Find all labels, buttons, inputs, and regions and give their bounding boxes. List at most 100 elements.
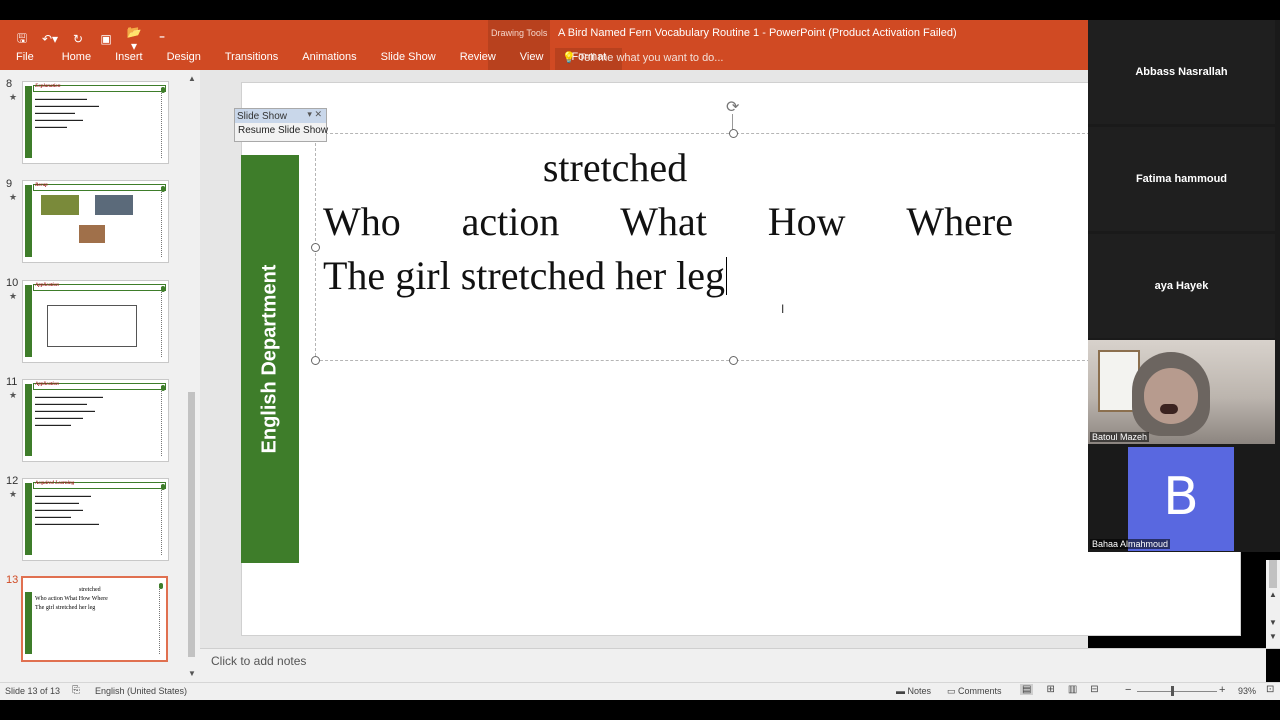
example-sentence[interactable]: The girl stretched her leg (323, 252, 728, 299)
zoom-in-icon[interactable]: + (1219, 684, 1225, 696)
slide-thumbnail-9[interactable]: Recap (22, 180, 169, 263)
thumb-title: Application (35, 283, 59, 288)
resume-slide-show-button[interactable]: Resume Slide Show (235, 123, 328, 138)
tab-insert[interactable]: Insert (103, 48, 155, 70)
thumb-body-lines: ▬▬▬▬▬▬▬▬▬▬▬▬▬▬▬▬▬▬▬▬▬▬▬▬▬▬▬▬▬▬▬▬▬▬▬▬▬▬▬▬… (35, 96, 99, 129)
tab-animations[interactable]: Animations (290, 48, 368, 70)
thumb-number: 12 (6, 475, 19, 487)
comments-button[interactable]: ▭ Comments (947, 686, 1002, 697)
thumb-number: 11 (6, 376, 18, 388)
thumbnails-scrollbar[interactable]: ▲ ▼ (187, 74, 197, 678)
participant-mouth (1160, 404, 1178, 414)
participant-name: aya Hayek (1154, 280, 1209, 292)
thumb-title: Application (35, 382, 59, 387)
zoom-out-icon[interactable]: − (1125, 684, 1131, 696)
thumb-badge-icon (161, 186, 165, 192)
thumb-number: 13 (6, 574, 19, 586)
slideshow-view-icon[interactable]: ⊟ (1090, 684, 1098, 695)
fit-to-window-icon[interactable]: ⊡ (1266, 684, 1274, 695)
thumb-green-bar (25, 384, 32, 456)
language-indicator[interactable]: English (United States) (95, 686, 187, 696)
slide-thumbnail-11[interactable]: Application ▬▬▬▬▬▬▬▬▬▬▬▬▬▬▬▬▬ ▬▬▬▬▬▬▬▬▬▬▬… (22, 379, 169, 462)
resize-handle-left[interactable] (311, 243, 320, 252)
participant-name: Fatima hammoud (1135, 173, 1228, 185)
thumb-green-bar (25, 185, 32, 257)
scroll-thumb[interactable] (188, 392, 195, 657)
thumb-badge-icon (159, 583, 163, 589)
thumb-title-frame (33, 184, 166, 191)
participant-name: Bahaa Almahmoud (1090, 539, 1171, 549)
notes-pane[interactable] (200, 649, 1266, 682)
zoom-slider[interactable] (1137, 691, 1217, 692)
slide-scrollbar[interactable]: ▲ ▼ ▼ (1266, 560, 1280, 648)
thumb-image (79, 225, 105, 243)
contextual-label: Drawing Tools (491, 28, 548, 38)
scroll-thumb[interactable] (1269, 560, 1277, 588)
question-words-row[interactable]: Who action What How Where (323, 198, 1013, 245)
close-icon[interactable]: ✕ (314, 109, 322, 119)
thumb-side-line (161, 386, 164, 456)
thumb-badge-icon (161, 87, 165, 93)
scroll-up-icon[interactable]: ▲ (1269, 590, 1277, 599)
redo-icon[interactable]: ↻ (70, 32, 86, 46)
thumb-number: 10 (6, 277, 19, 289)
tab-transitions[interactable]: Transitions (213, 48, 290, 70)
participant-video-tile[interactable]: Batoul Mazeh (1088, 340, 1275, 444)
undo-icon[interactable]: ↶▾ (42, 32, 58, 46)
resize-handle-top[interactable] (729, 129, 738, 138)
scroll-down-icon[interactable]: ▼ (188, 669, 196, 678)
participant-name: Abbass Nasrallah (1135, 66, 1228, 78)
participant-tile[interactable]: Fatima hammoud (1088, 127, 1275, 231)
slide-thumbnail-12[interactable]: Acquired Learning ▬▬▬▬▬▬▬▬▬▬▬▬▬▬ ▬▬▬▬▬▬▬▬… (22, 478, 169, 561)
thumb-badge-icon (161, 484, 165, 490)
thumb-side-line (161, 187, 164, 257)
thumb-side-line (161, 88, 164, 158)
slide-thumbnail-10[interactable]: Application (22, 280, 169, 363)
comments-label: Comments (958, 686, 1002, 696)
slide-thumbnail-8[interactable]: Explanation ▬▬▬▬▬▬▬▬▬▬▬▬▬ ▬▬▬▬▬▬▬▬▬▬▬▬▬▬▬… (22, 81, 169, 164)
animation-star-icon: ★ (9, 291, 18, 301)
notes-placeholder[interactable]: Click to add notes (211, 654, 306, 668)
save-icon[interactable]: 🖫 (14, 29, 30, 50)
present-icon[interactable]: ▣ (98, 32, 114, 46)
scroll-up-icon[interactable]: ▲ (188, 74, 196, 83)
question-word: Where (906, 199, 1013, 244)
participant-tile[interactable]: aya Hayek (1088, 234, 1275, 338)
tab-design[interactable]: Design (155, 48, 213, 70)
thumb-title: Recap (35, 183, 48, 188)
rotate-handle-icon[interactable]: ⟳ (726, 97, 739, 117)
thumb-title: Acquired Learning (35, 481, 75, 486)
resize-handle-bottom[interactable] (729, 356, 738, 365)
customize-qat-icon[interactable]: ⁼ (154, 32, 170, 46)
next-slide-icon[interactable]: ▼ (1269, 632, 1277, 641)
vocabulary-word[interactable]: stretched (315, 144, 1105, 191)
chevron-down-icon[interactable]: ▾ (307, 109, 312, 119)
tab-file[interactable]: File (0, 48, 50, 70)
notes-toggle-label: Notes (907, 686, 932, 696)
tab-home[interactable]: Home (50, 48, 103, 70)
previous-slide-icon[interactable]: ▼ (1269, 618, 1277, 627)
thumb-green-bar (25, 86, 32, 158)
participant-avatar-tile[interactable]: B Bahaa Almahmoud (1088, 447, 1275, 551)
normal-view-icon[interactable]: ▤ (1020, 684, 1034, 695)
resize-handle-bottom-left[interactable] (311, 356, 320, 365)
tell-me-search[interactable]: 💡 Tell me what you want to do... (562, 51, 723, 64)
tab-view[interactable]: View (508, 48, 556, 70)
view-buttons: ▤ ⊞ ▥ ⊟ (1020, 684, 1099, 695)
notes-toggle-button[interactable]: ▬ Notes (896, 686, 931, 696)
zoom-slider-knob[interactable] (1171, 686, 1174, 696)
animation-star-icon: ★ (9, 192, 18, 202)
tab-review[interactable]: Review (448, 48, 508, 70)
question-word: action (461, 199, 560, 244)
thumb-green-bar (25, 592, 32, 654)
slide-thumbnail-13[interactable]: stretched Who action What How Where The … (21, 576, 168, 662)
participant-tile[interactable]: Abbass Nasrallah (1088, 20, 1275, 124)
thumb-line: The girl stretched her leg (35, 605, 96, 611)
tab-slide-show[interactable]: Slide Show (369, 48, 448, 70)
zoom-level[interactable]: 93% (1238, 686, 1256, 696)
window-title: A Bird Named Fern Vocabulary Routine 1 -… (558, 27, 957, 39)
slide-sorter-icon[interactable]: ⊞ (1046, 684, 1054, 695)
spelling-check-icon[interactable]: ⎘ (72, 685, 80, 696)
reading-view-icon[interactable]: ▥ (1068, 684, 1077, 695)
slide-show-toolbar-header[interactable]: Slide Show ▾ ✕ (235, 109, 326, 123)
